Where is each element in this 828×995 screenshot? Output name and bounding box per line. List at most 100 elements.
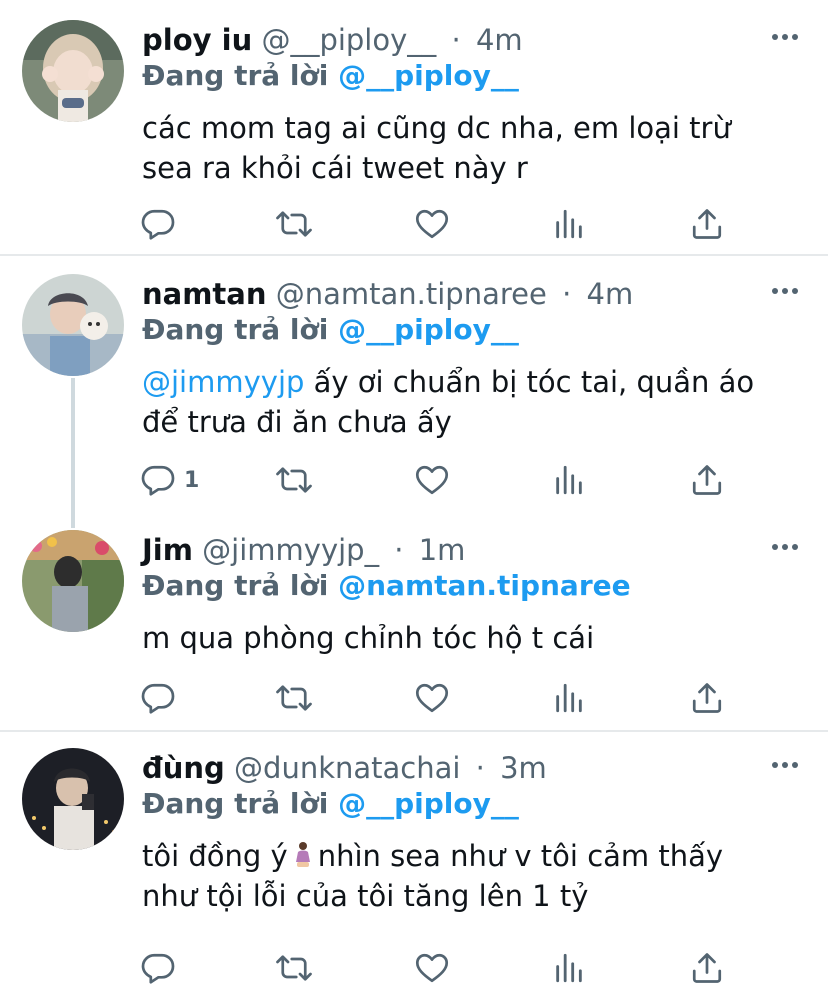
action-bar — [0, 680, 828, 720]
display-name[interactable]: ploy iu — [142, 23, 252, 57]
tweet-text-line: tôi đồng ý nhìn sea như v tôi cảm thấy — [142, 836, 802, 876]
views-button[interactable] — [552, 462, 586, 498]
tweet-text-line: như tội lỗi của tôi tăng lên 1 tỷ — [142, 879, 589, 913]
action-bar — [0, 950, 828, 990]
replying-to: Đang trả lời @__piploy__ — [142, 56, 519, 96]
timestamp[interactable]: 4m — [587, 277, 634, 311]
replying-to: Đang trả lời @__piploy__ — [142, 310, 519, 350]
avatar[interactable] — [22, 20, 124, 122]
like-button[interactable] — [414, 950, 450, 986]
share-icon — [689, 950, 725, 986]
replying-prefix: Đang trả lời — [142, 569, 329, 602]
retweet-button[interactable] — [276, 206, 312, 242]
like-button[interactable] — [414, 206, 450, 242]
share-button[interactable] — [689, 462, 725, 498]
replying-prefix: Đang trả lời — [142, 787, 329, 820]
more-icon[interactable] — [772, 544, 798, 552]
tweet-text-segment: tôi đồng ý — [142, 839, 288, 873]
person-emoji-icon — [295, 842, 310, 867]
heart-icon — [414, 462, 450, 498]
timestamp[interactable]: 1m — [419, 533, 466, 567]
more-icon[interactable] — [772, 762, 798, 770]
tweet-text-line: m qua phòng chỉnh tóc hộ t cái — [142, 621, 595, 655]
like-button[interactable] — [414, 462, 450, 498]
share-button[interactable] — [689, 680, 725, 716]
retweet-button[interactable] — [276, 462, 312, 498]
thread-connector — [71, 378, 75, 528]
like-button[interactable] — [414, 680, 450, 716]
timestamp[interactable]: 3m — [500, 751, 547, 785]
views-icon — [552, 950, 586, 986]
separator: · — [394, 533, 404, 567]
tweet-text: m qua phòng chỉnh tóc hộ t cái — [142, 618, 802, 658]
retweet-icon — [276, 950, 312, 986]
replying-to-link[interactable]: @namtan.tipnaree — [338, 569, 631, 602]
reply-icon — [140, 206, 176, 242]
heart-icon — [414, 680, 450, 716]
user-handle[interactable]: @jimmyyjp_ — [202, 533, 379, 567]
views-button[interactable] — [552, 206, 586, 242]
separator: · — [451, 23, 461, 57]
tweet-text-line: sea ra khỏi cái tweet này r — [142, 151, 528, 185]
reply-icon — [140, 950, 176, 986]
display-name[interactable]: Jim — [142, 533, 193, 567]
divider — [0, 254, 828, 256]
replying-to-link[interactable]: @__piploy__ — [338, 787, 519, 820]
replying-to-link[interactable]: @__piploy__ — [338, 59, 519, 92]
action-bar: 1 — [0, 462, 828, 502]
share-icon — [689, 206, 725, 242]
replying-to: Đang trả lời @__piploy__ — [142, 784, 519, 824]
retweet-icon — [276, 206, 312, 242]
tweet-text-line: @jimmyyjp ấy ơi chuẩn bị tóc tai, quần á… — [142, 362, 802, 402]
reply-count: 1 — [184, 467, 200, 493]
retweet-button[interactable] — [276, 680, 312, 716]
separator: · — [562, 277, 572, 311]
reply-button[interactable] — [140, 206, 176, 242]
views-icon — [552, 680, 586, 716]
views-icon — [552, 462, 586, 498]
tweet-text: tôi đồng ý nhìn sea như v tôi cảm thấy nh… — [142, 836, 802, 916]
retweet-icon — [276, 462, 312, 498]
tweet-header: đùng @dunknatachai · 3m — [142, 748, 547, 788]
timestamp[interactable]: 4m — [476, 23, 523, 57]
replying-prefix: Đang trả lời — [142, 313, 329, 346]
more-icon[interactable] — [772, 288, 798, 296]
action-bar — [0, 206, 828, 246]
reply-icon — [140, 462, 176, 498]
replying-to: Đang trả lời @namtan.tipnaree — [142, 566, 631, 606]
share-button[interactable] — [689, 950, 725, 986]
heart-icon — [414, 206, 450, 242]
divider — [0, 730, 828, 732]
avatar[interactable] — [22, 530, 124, 632]
views-icon — [552, 206, 586, 242]
reply-icon — [140, 680, 176, 716]
display-name[interactable]: namtan — [142, 277, 267, 311]
reply-button[interactable] — [140, 680, 176, 716]
avatar[interactable] — [22, 274, 124, 376]
user-handle[interactable]: @__piploy__ — [261, 23, 436, 57]
tweet-text-line: để trưa đi ăn chưa ấy — [142, 405, 452, 439]
tweet-text-line: các mom tag ai cũng dc nha, em loại trừ — [142, 111, 731, 145]
tweet-header: ploy iu @__piploy__ · 4m — [142, 20, 523, 60]
views-button[interactable] — [552, 950, 586, 986]
retweet-button[interactable] — [276, 950, 312, 986]
share-icon — [689, 680, 725, 716]
user-handle[interactable]: @dunknatachai — [234, 751, 460, 785]
more-icon[interactable] — [772, 34, 798, 42]
mention-link[interactable]: @jimmyyjp — [142, 365, 304, 399]
views-button[interactable] — [552, 680, 586, 716]
user-handle[interactable]: @namtan.tipnaree — [276, 277, 547, 311]
tweet-header: namtan @namtan.tipnaree · 4m — [142, 274, 633, 314]
tweet-header: Jim @jimmyyjp_ · 1m — [142, 530, 465, 570]
share-button[interactable] — [689, 206, 725, 242]
replying-to-link[interactable]: @__piploy__ — [338, 313, 519, 346]
replying-prefix: Đang trả lời — [142, 59, 329, 92]
avatar[interactable] — [22, 748, 124, 850]
retweet-icon — [276, 680, 312, 716]
separator: · — [475, 751, 485, 785]
reply-button[interactable]: 1 — [140, 462, 199, 498]
tweet-text: @jimmyyjp ấy ơi chuẩn bị tóc tai, quần á… — [142, 362, 802, 442]
tweet-text-segment: nhìn sea như v tôi cảm thấy — [317, 839, 724, 873]
reply-button[interactable] — [140, 950, 176, 986]
display-name[interactable]: đùng — [142, 751, 225, 785]
